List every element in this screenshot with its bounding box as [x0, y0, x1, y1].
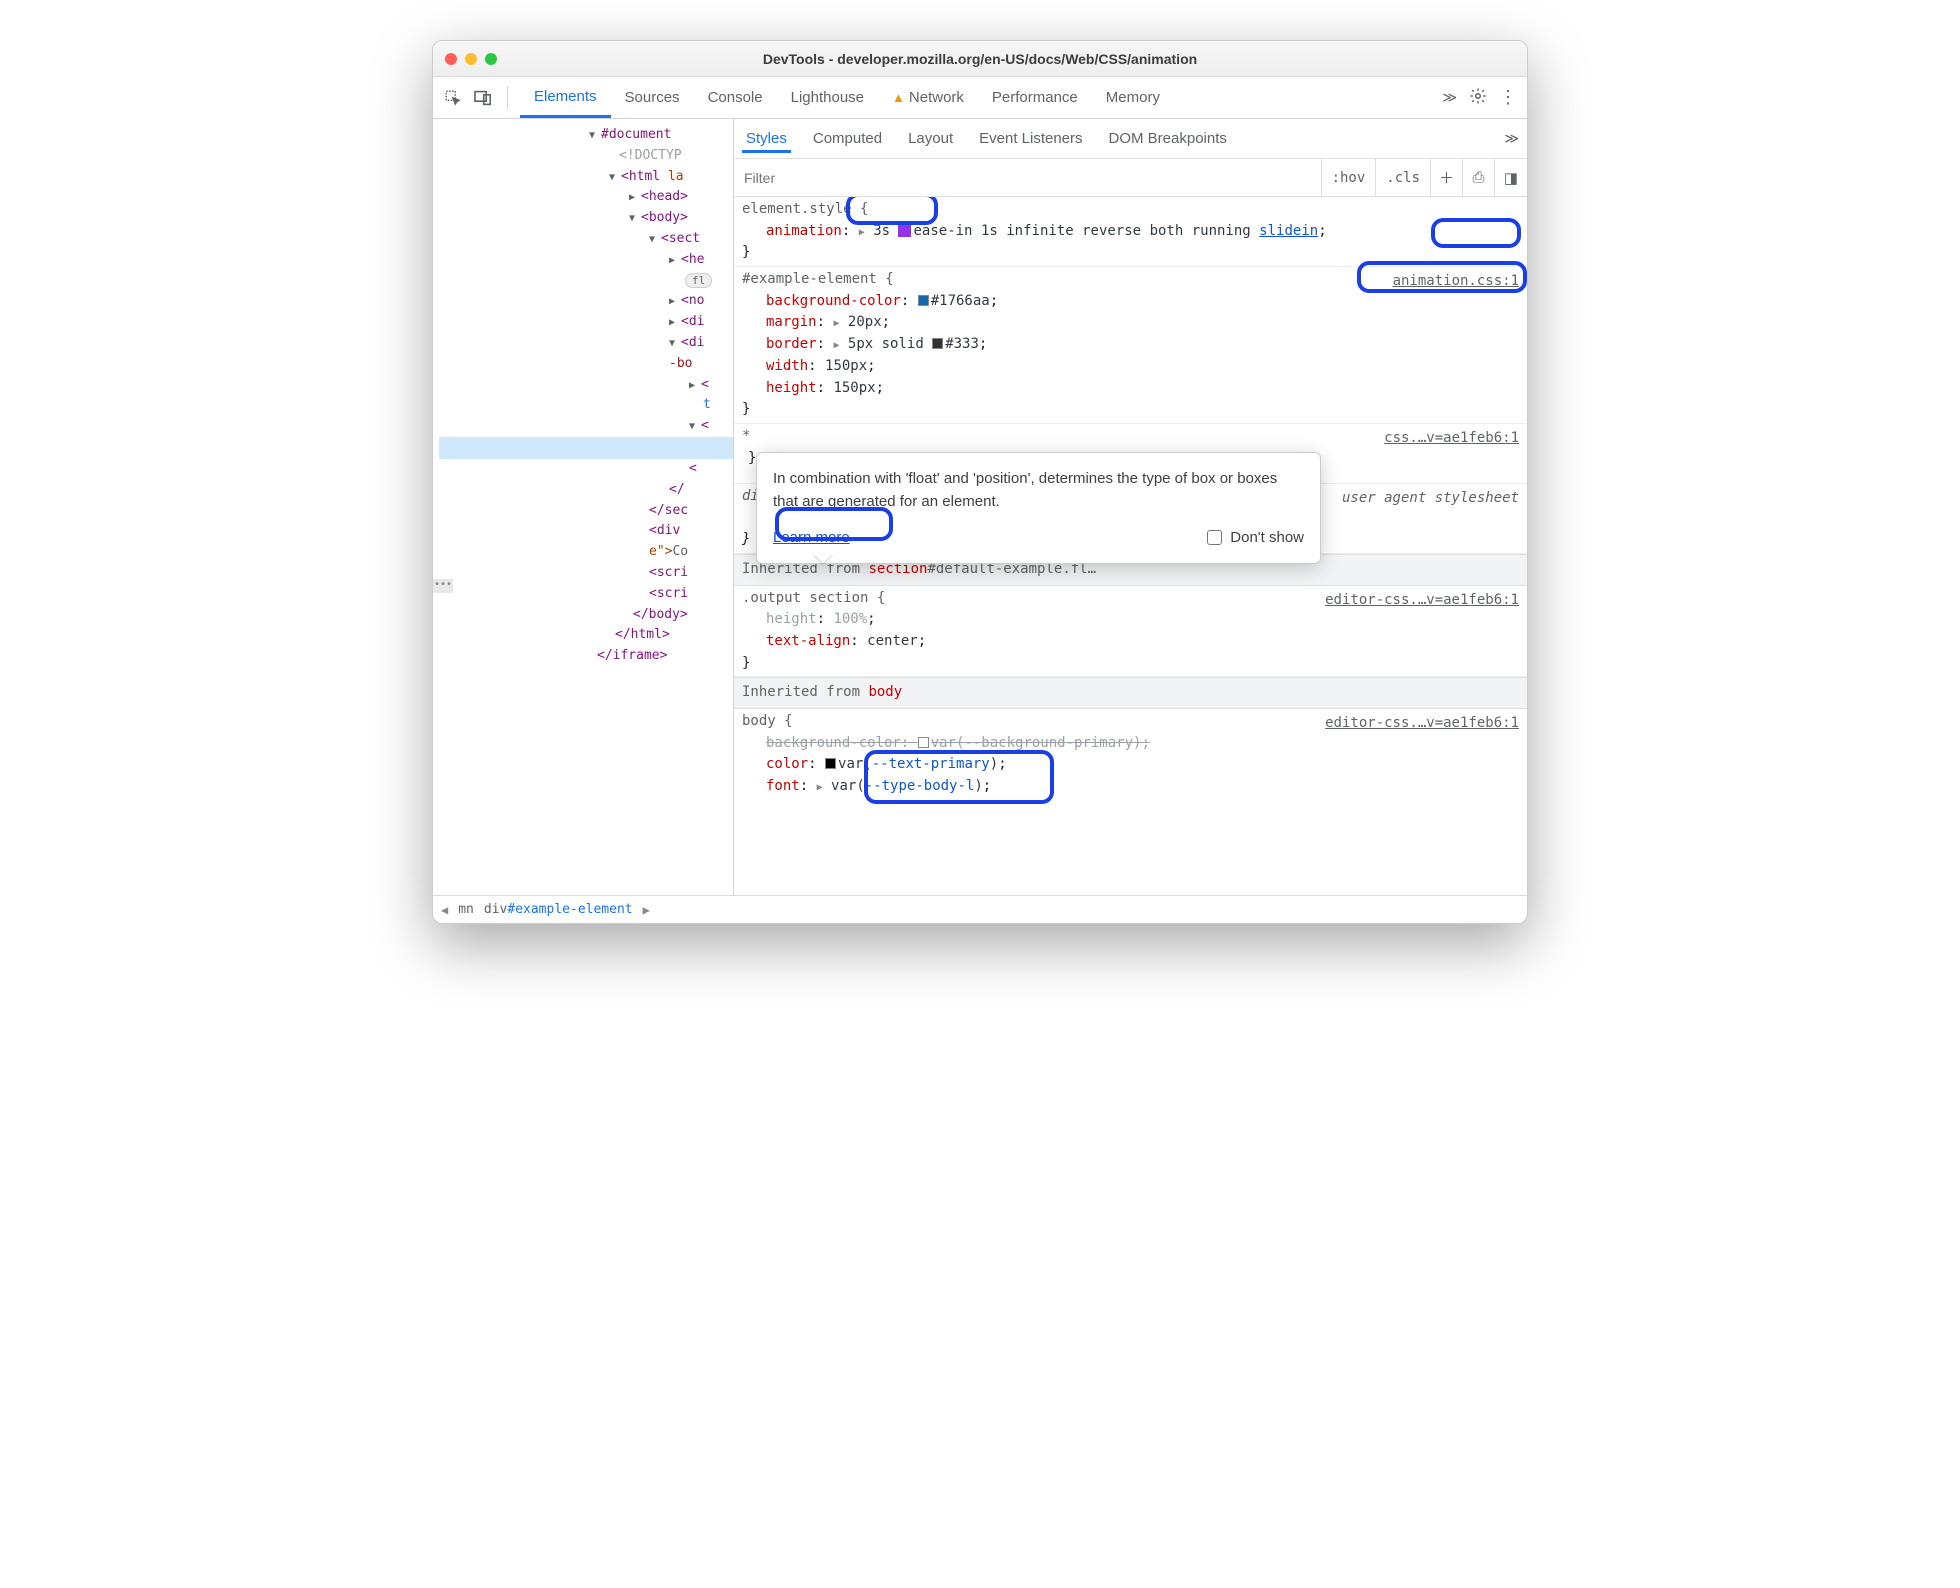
rule-output-section[interactable]: editor-css.…v=ae1feb6:1 .output section …: [734, 586, 1527, 678]
source-link[interactable]: animation.css:1: [1393, 271, 1519, 293]
dom-node-section[interactable]: <sect: [661, 231, 700, 246]
main-toolbar: Elements Sources Console Lighthouse ▲Net…: [433, 77, 1527, 119]
more-styles-tabs-icon[interactable]: ≫: [1504, 130, 1519, 147]
filter-row: :hov .cls ＋ ⎙ ◨: [734, 159, 1527, 197]
breadcrumb[interactable]: ◀ mn div#example-element ▶: [433, 895, 1527, 923]
rule-body[interactable]: editor-css.…v=ae1feb6:1 body { backgroun…: [734, 709, 1527, 800]
color-swatch-icon[interactable]: [825, 758, 836, 769]
bezier-icon[interactable]: [898, 224, 911, 237]
new-rule-icon[interactable]: ＋: [1431, 159, 1463, 196]
kebab-menu-icon[interactable]: ⋮: [1499, 87, 1517, 108]
toolbar-right: ≫ ⋮: [1442, 87, 1527, 108]
checkbox-icon[interactable]: [1207, 530, 1222, 545]
tooltip-text: In combination with 'float' and 'positio…: [773, 467, 1304, 514]
devtools-window: DevTools - developer.mozilla.org/en-US/d…: [432, 40, 1528, 924]
color-swatch-icon[interactable]: [932, 338, 943, 349]
ellipsis-icon[interactable]: •••: [433, 579, 453, 593]
user-agent-label: user agent stylesheet: [1342, 488, 1519, 510]
styles-tab-layout[interactable]: Layout: [904, 124, 957, 153]
dont-show-checkbox[interactable]: Don't show: [1207, 526, 1304, 549]
cls-button[interactable]: .cls: [1376, 159, 1431, 196]
property-tooltip: In combination with 'float' and 'positio…: [756, 452, 1321, 564]
styles-tab-event-listeners[interactable]: Event Listeners: [975, 124, 1086, 153]
dom-node-document[interactable]: #document: [601, 127, 671, 142]
window-title: DevTools - developer.mozilla.org/en-US/d…: [433, 51, 1527, 67]
dom-node-body[interactable]: <body>: [641, 210, 688, 225]
styles-body: element.style { animation: ▶ 3s ease-in …: [734, 197, 1527, 895]
rule-example-element[interactable]: animation.css:1 #example-element { backg…: [734, 267, 1527, 424]
tab-memory[interactable]: Memory: [1092, 77, 1174, 118]
source-link[interactable]: css.…v=ae1feb6:1: [1384, 428, 1519, 450]
sidebar-toggle-icon[interactable]: ◨: [1495, 159, 1527, 196]
tab-network[interactable]: ▲Network: [878, 77, 978, 118]
inherited-from-body: Inherited from body: [734, 677, 1527, 709]
panel-tabs: Elements Sources Console Lighthouse ▲Net…: [520, 77, 1174, 118]
learn-more-link[interactable]: Learn more: [773, 526, 850, 549]
keyframe-link[interactable]: slidein: [1259, 223, 1318, 239]
dom-node-head[interactable]: <head>: [641, 189, 688, 204]
hov-button[interactable]: :hov: [1322, 159, 1377, 196]
device-toggle-icon[interactable]: [471, 86, 495, 110]
chevron-right-icon[interactable]: ▶: [643, 903, 650, 917]
more-tabs-icon[interactable]: ≫: [1442, 89, 1457, 106]
computed-toggle-icon[interactable]: ⎙: [1463, 159, 1495, 196]
toolbar-divider: [507, 86, 508, 110]
settings-icon[interactable]: [1469, 87, 1487, 108]
rule-element-style[interactable]: element.style { animation: ▶ 3s ease-in …: [734, 197, 1527, 267]
tab-sources[interactable]: Sources: [611, 77, 694, 118]
styles-tab-computed[interactable]: Computed: [809, 124, 886, 153]
dom-tree[interactable]: ▼#document <!DOCTYP ▼<html la ▶<head> ▼<…: [433, 119, 733, 673]
tab-lighthouse[interactable]: Lighthouse: [777, 77, 878, 118]
source-link[interactable]: editor-css.…v=ae1feb6:1: [1325, 590, 1519, 612]
color-swatch-icon[interactable]: [918, 295, 929, 306]
titlebar: DevTools - developer.mozilla.org/en-US/d…: [433, 41, 1527, 77]
styles-tab-styles[interactable]: Styles: [742, 124, 791, 153]
dom-node-doctype[interactable]: <!DOCTYP: [439, 146, 733, 167]
dom-tree-panel: ▼#document <!DOCTYP ▼<html la ▶<head> ▼<…: [433, 119, 734, 895]
warning-icon: ▲: [892, 90, 905, 105]
inspect-icon[interactable]: [441, 86, 465, 110]
breadcrumb-item[interactable]: mn: [458, 902, 474, 917]
chevron-left-icon[interactable]: ◀: [441, 903, 448, 917]
styles-panel: Styles Computed Layout Event Listeners D…: [734, 119, 1527, 895]
panel-body: ▼#document <!DOCTYP ▼<html la ▶<head> ▼<…: [433, 119, 1527, 895]
breadcrumb-selected[interactable]: div#example-element: [484, 902, 633, 917]
filter-input[interactable]: [734, 159, 1322, 196]
dom-selected-row[interactable]: [439, 437, 733, 459]
styles-tab-dom-breakpoints[interactable]: DOM Breakpoints: [1105, 124, 1231, 153]
source-link[interactable]: editor-css.…v=ae1feb6:1: [1325, 713, 1519, 735]
tab-performance[interactable]: Performance: [978, 77, 1092, 118]
styles-tabs: Styles Computed Layout Event Listeners D…: [734, 119, 1527, 159]
tab-console[interactable]: Console: [694, 77, 777, 118]
tab-elements[interactable]: Elements: [520, 77, 611, 118]
